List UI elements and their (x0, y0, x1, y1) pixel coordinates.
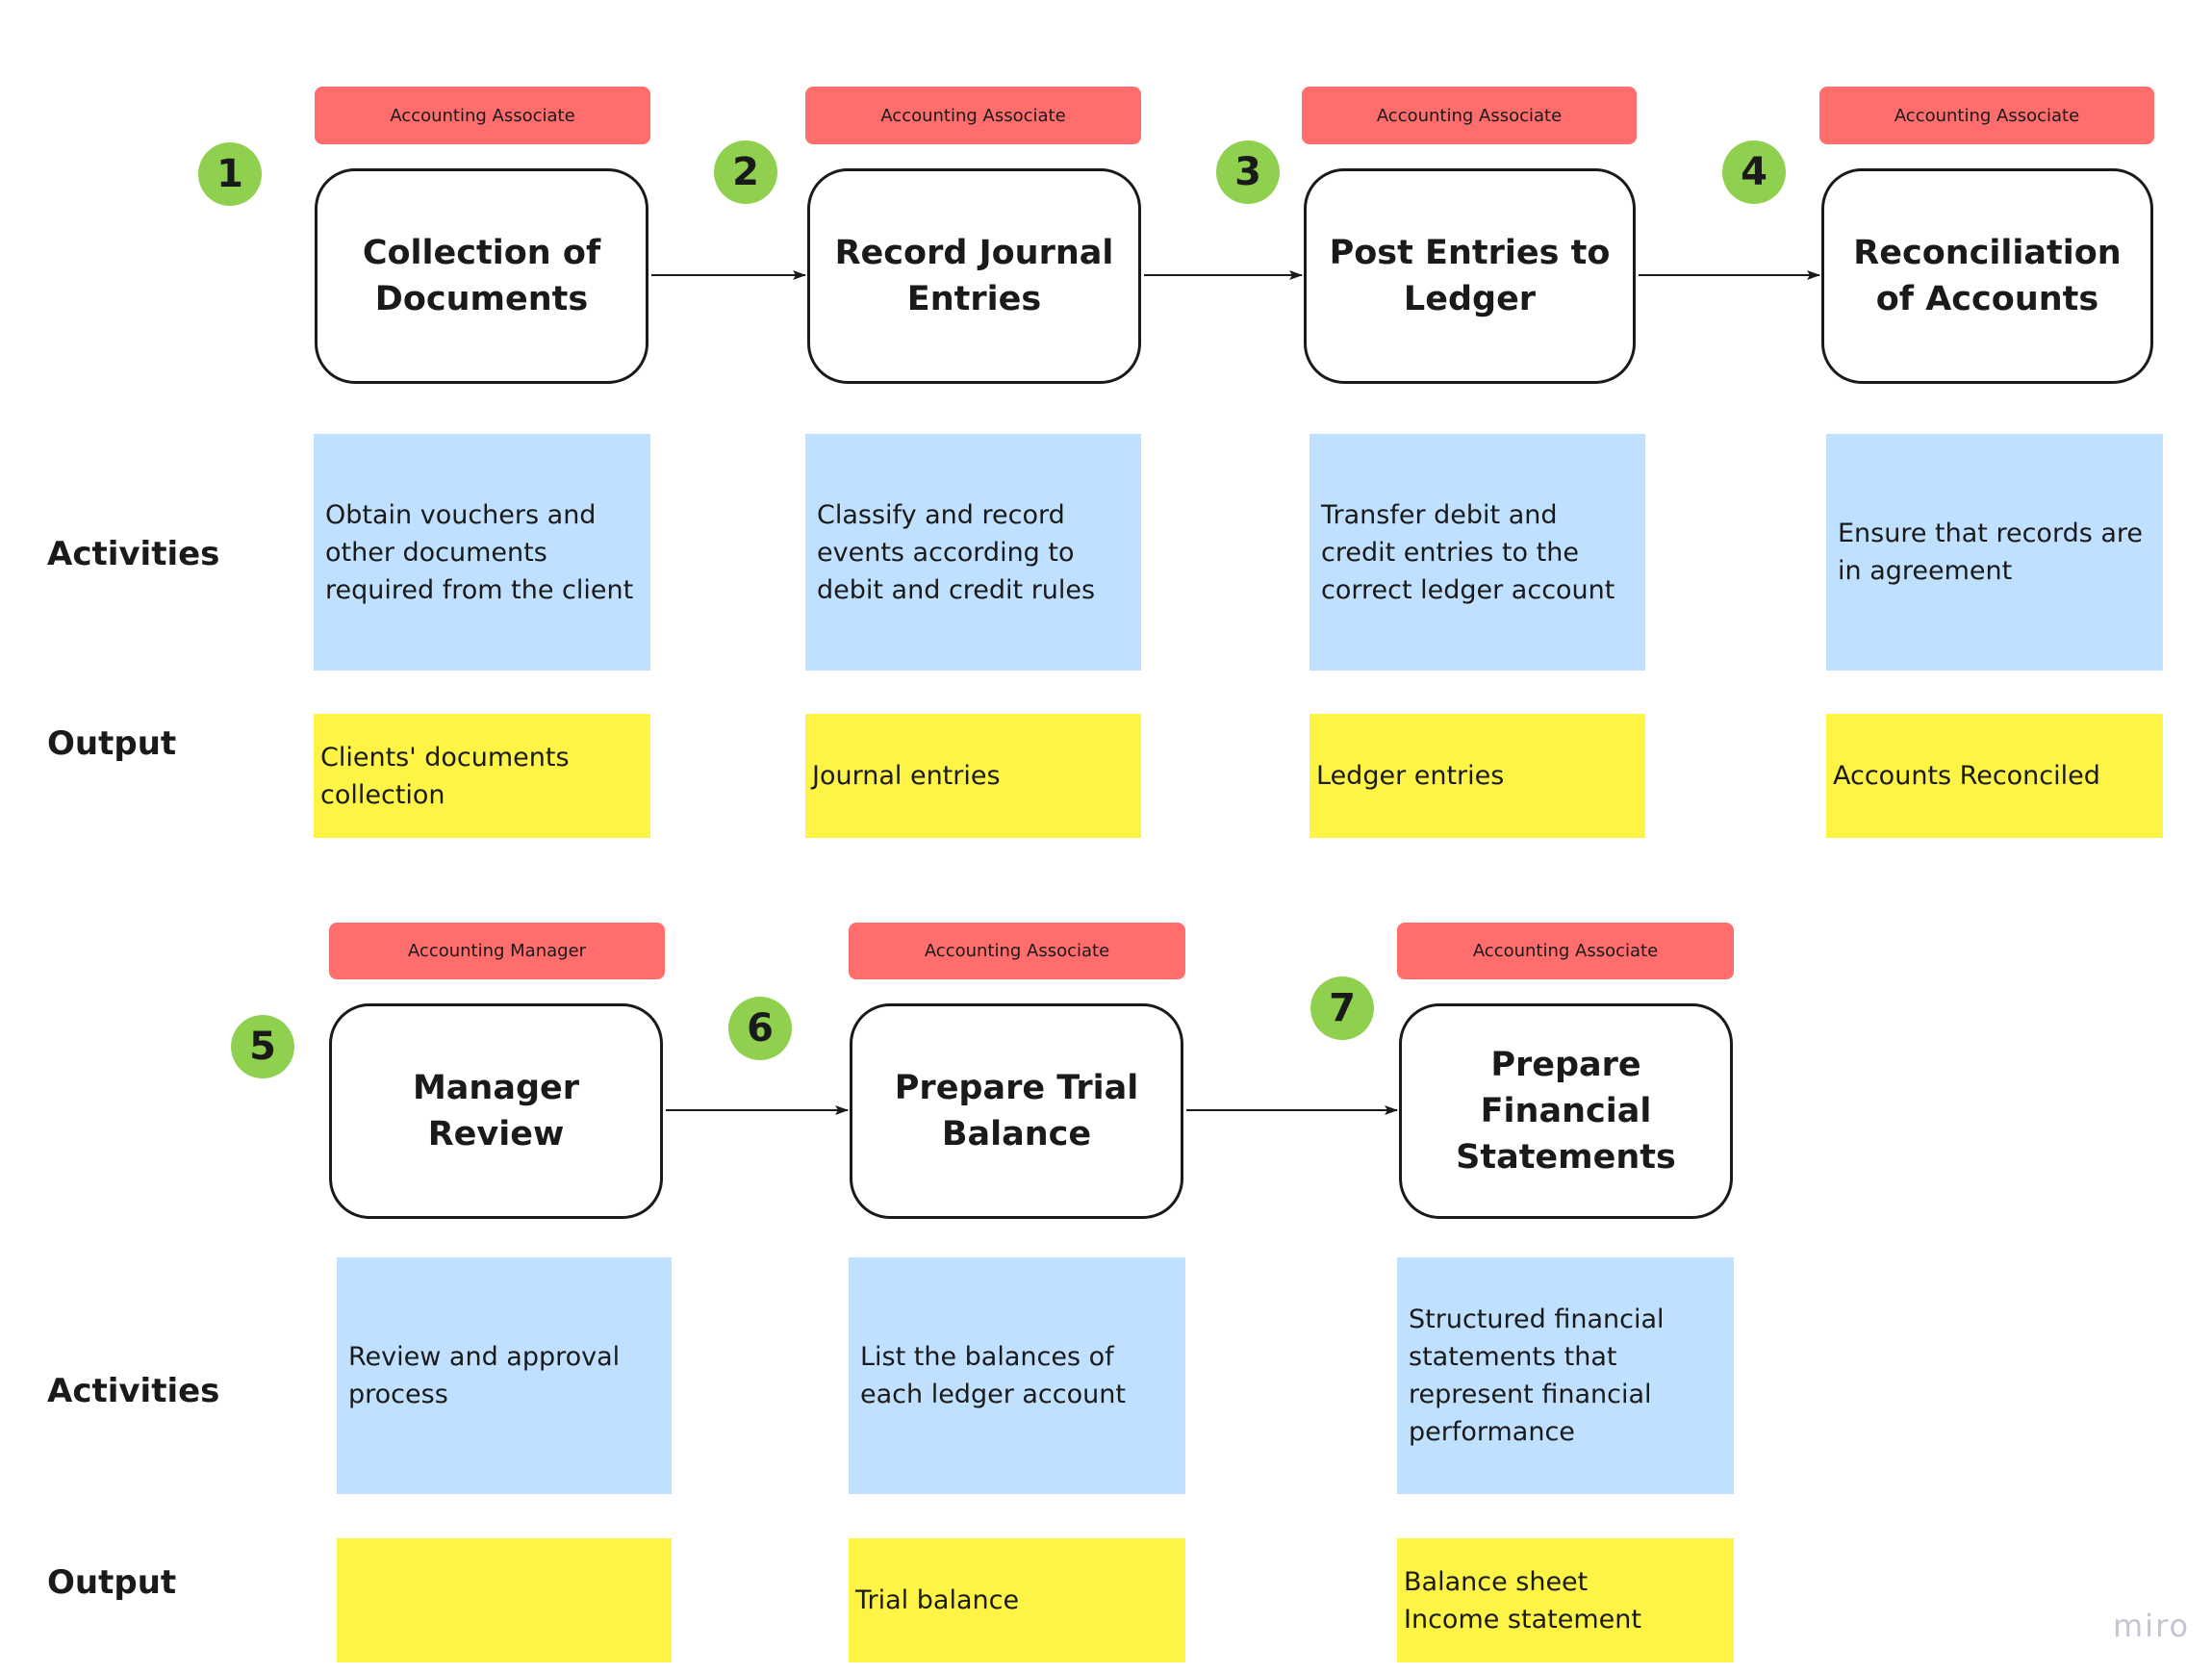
step-number-badge[interactable]: 2 (714, 140, 777, 204)
step-number-badge[interactable]: 1 (198, 142, 262, 206)
step-number-badge[interactable]: 4 (1722, 140, 1786, 204)
process-step-title: Reconciliation of Accounts (1853, 234, 2122, 318)
miro-logo: miro (2113, 1608, 2191, 1644)
process-step-title: Prepare Trial Balance (894, 1069, 1139, 1153)
role-tag[interactable]: Accounting Associate (849, 923, 1185, 979)
process-step-title: Record Journal Entries (834, 234, 1114, 318)
step-number-badge[interactable]: 3 (1216, 140, 1280, 204)
process-step-reconciliation-of-accounts[interactable]: Reconciliation of Accounts (1821, 168, 2153, 384)
process-step-title: Manager Review (412, 1069, 580, 1153)
process-step-prepare-trial-balance[interactable]: Prepare Trial Balance (850, 1003, 1183, 1219)
activity-sticky-note[interactable]: Review and approval process (337, 1257, 672, 1494)
output-sticky-note[interactable]: Trial balance (849, 1538, 1185, 1662)
activity-sticky-note[interactable]: Ensure that records are in agreement (1826, 434, 2163, 671)
step-number-badge[interactable]: 7 (1310, 976, 1374, 1040)
process-step-title: Post Entries to Ledger (1329, 234, 1611, 318)
process-step-post-entries-to-ledger[interactable]: Post Entries to Ledger (1304, 168, 1636, 384)
step-number-badge[interactable]: 6 (728, 997, 792, 1060)
process-step-manager-review[interactable]: Manager Review (329, 1003, 663, 1219)
activity-sticky-note[interactable]: Obtain vouchers and other documents requ… (314, 434, 650, 671)
process-step-record-journal-entries[interactable]: Record Journal Entries (807, 168, 1141, 384)
activity-sticky-note[interactable]: Structured financial statements that rep… (1397, 1257, 1734, 1494)
output-sticky-note[interactable]: Journal entries (805, 714, 1141, 838)
row-label-activities-2: Activities (47, 1372, 220, 1410)
process-step-collection-of-documents[interactable]: Collection of Documents (315, 168, 648, 384)
row-label-output-2: Output (47, 1563, 177, 1602)
process-step-prepare-financial-statements[interactable]: Prepare Financial Statements (1399, 1003, 1733, 1219)
row-label-activities-1: Activities (47, 535, 220, 573)
output-sticky-note[interactable]: Balance sheet Income statement (1397, 1538, 1734, 1662)
role-tag[interactable]: Accounting Associate (315, 87, 650, 144)
step-number-badge[interactable]: 5 (231, 1015, 294, 1078)
role-tag[interactable]: Accounting Associate (805, 87, 1141, 144)
output-sticky-note[interactable] (337, 1538, 672, 1662)
role-tag[interactable]: Accounting Manager (329, 923, 665, 979)
process-step-title: Prepare Financial Statements (1456, 1046, 1676, 1177)
activity-sticky-note[interactable]: List the balances of each ledger account (849, 1257, 1185, 1494)
output-sticky-note[interactable]: Ledger entries (1309, 714, 1645, 838)
output-sticky-note[interactable]: Accounts Reconciled (1826, 714, 2163, 838)
row-label-output-1: Output (47, 724, 177, 763)
role-tag[interactable]: Accounting Associate (1819, 87, 2154, 144)
role-tag[interactable]: Accounting Associate (1302, 87, 1637, 144)
role-tag[interactable]: Accounting Associate (1397, 923, 1734, 979)
activity-sticky-note[interactable]: Classify and record events according to … (805, 434, 1141, 671)
activity-sticky-note[interactable]: Transfer debit and credit entries to the… (1309, 434, 1645, 671)
output-sticky-note[interactable]: Clients' documents collection (314, 714, 650, 838)
process-step-title: Collection of Documents (362, 234, 601, 318)
